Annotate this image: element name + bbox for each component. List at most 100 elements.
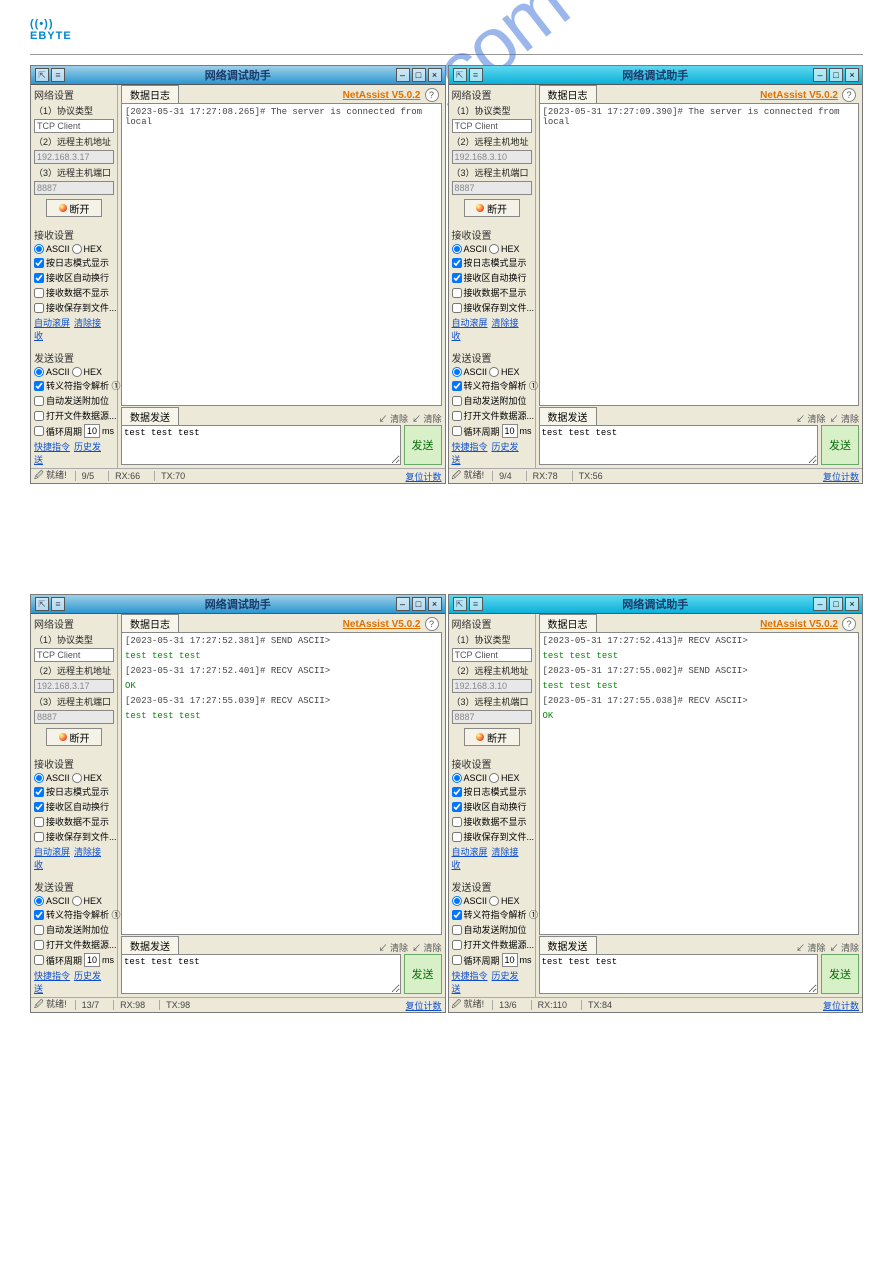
clear-tool-2[interactable]: 清除	[829, 941, 859, 954]
send-opt4[interactable]	[34, 426, 44, 436]
send-hex-radio[interactable]	[72, 367, 82, 377]
recv-opt4[interactable]	[34, 832, 44, 842]
maximize-icon[interactable]: □	[412, 68, 426, 82]
reset-link[interactable]: 复位计数	[823, 999, 859, 1012]
disconnect-button[interactable]: 断开	[464, 199, 520, 217]
clear-tool-1[interactable]: 清除	[796, 941, 826, 954]
send-opt1[interactable]	[34, 381, 44, 391]
send-button[interactable]: 发送	[821, 425, 859, 465]
tab-send[interactable]: 数据发送	[539, 936, 597, 954]
send-opt1[interactable]	[34, 910, 44, 920]
clear-tool-1[interactable]: 清除	[796, 412, 826, 425]
recv-hex-radio[interactable]	[72, 244, 82, 254]
maximize-icon[interactable]: □	[412, 597, 426, 611]
recv-ascii-radio[interactable]	[34, 773, 44, 783]
send-input[interactable]: test test test	[539, 425, 819, 465]
protocol-select[interactable]	[34, 119, 114, 133]
minimize-icon[interactable]: –	[396, 597, 410, 611]
recv-opt4[interactable]	[452, 303, 462, 313]
recv-ascii-radio[interactable]	[452, 244, 462, 254]
send-ascii-radio[interactable]	[34, 367, 44, 377]
recv-ascii-radio[interactable]	[34, 244, 44, 254]
send-opt3[interactable]	[34, 940, 44, 950]
tab-send[interactable]: 数据发送	[539, 407, 597, 425]
clear-tool-2[interactable]: 清除	[829, 412, 859, 425]
send-opt3[interactable]	[452, 940, 462, 950]
host-input[interactable]	[452, 679, 532, 693]
send-opt3[interactable]	[452, 411, 462, 421]
menu-icon[interactable]: ≡	[51, 597, 65, 611]
recv-opt2[interactable]	[452, 273, 462, 283]
close-icon[interactable]: ×	[845, 597, 859, 611]
tab-log[interactable]: 数据日志	[539, 85, 597, 103]
help-icon[interactable]: ?	[425, 88, 439, 102]
send-button[interactable]: 发送	[821, 954, 859, 994]
recv-opt3[interactable]	[452, 288, 462, 298]
menu-icon[interactable]: ≡	[469, 68, 483, 82]
send-hex-radio[interactable]	[72, 896, 82, 906]
recv-opt3[interactable]	[34, 817, 44, 827]
close-icon[interactable]: ×	[428, 68, 442, 82]
send-ascii-radio[interactable]	[452, 896, 462, 906]
recv-hex-radio[interactable]	[72, 773, 82, 783]
maximize-icon[interactable]: □	[829, 68, 843, 82]
send-opt4[interactable]	[452, 955, 462, 965]
send-ascii-radio[interactable]	[452, 367, 462, 377]
clear-tool-2[interactable]: 清除	[412, 941, 442, 954]
clear-tool-1[interactable]: 清除	[378, 412, 408, 425]
auto-scroll-link[interactable]: 自动滚屏	[34, 318, 70, 328]
help-icon[interactable]: ?	[842, 88, 856, 102]
recv-opt2[interactable]	[34, 273, 44, 283]
send-button[interactable]: 发送	[404, 954, 442, 994]
recv-opt1[interactable]	[34, 258, 44, 268]
disconnect-button[interactable]: 断开	[46, 728, 102, 746]
send-opt3[interactable]	[34, 411, 44, 421]
port-input[interactable]	[34, 710, 114, 724]
recv-opt4[interactable]	[452, 832, 462, 842]
pin-icon[interactable]: ⇱	[35, 68, 49, 82]
tab-send[interactable]: 数据发送	[121, 407, 179, 425]
shortcut-link[interactable]: 快捷指令	[34, 442, 70, 452]
minimize-icon[interactable]: –	[813, 68, 827, 82]
tab-log[interactable]: 数据日志	[121, 85, 179, 103]
recv-opt2[interactable]	[452, 802, 462, 812]
help-icon[interactable]: ?	[842, 617, 856, 631]
auto-scroll-link[interactable]: 自动滚屏	[452, 847, 488, 857]
protocol-select[interactable]	[452, 119, 532, 133]
reset-link[interactable]: 复位计数	[405, 999, 441, 1012]
recv-opt1[interactable]	[34, 787, 44, 797]
send-input[interactable]: test test test	[539, 954, 819, 994]
shortcut-link[interactable]: 快捷指令	[452, 971, 488, 981]
protocol-select[interactable]	[34, 648, 114, 662]
recv-opt1[interactable]	[452, 258, 462, 268]
pin-icon[interactable]: ⇱	[453, 68, 467, 82]
menu-icon[interactable]: ≡	[51, 68, 65, 82]
send-opt1[interactable]	[452, 910, 462, 920]
shortcut-link[interactable]: 快捷指令	[34, 971, 70, 981]
shortcut-link[interactable]: 快捷指令	[452, 442, 488, 452]
pin-icon[interactable]: ⇱	[35, 597, 49, 611]
send-ascii-radio[interactable]	[34, 896, 44, 906]
tab-log[interactable]: 数据日志	[539, 614, 597, 632]
version-link[interactable]: NetAssist V5.0.2	[760, 90, 838, 101]
maximize-icon[interactable]: □	[829, 597, 843, 611]
port-input[interactable]	[34, 181, 114, 195]
tab-log[interactable]: 数据日志	[121, 614, 179, 632]
send-opt4[interactable]	[34, 955, 44, 965]
send-opt4[interactable]	[452, 426, 462, 436]
pin-icon[interactable]: ⇱	[453, 597, 467, 611]
port-input[interactable]	[452, 710, 532, 724]
period-input[interactable]	[84, 953, 100, 967]
clear-tool-2[interactable]: 清除	[412, 412, 442, 425]
auto-scroll-link[interactable]: 自动滚屏	[34, 847, 70, 857]
host-input[interactable]	[34, 150, 114, 164]
protocol-select[interactable]	[452, 648, 532, 662]
send-opt2[interactable]	[34, 925, 44, 935]
recv-hex-radio[interactable]	[489, 244, 499, 254]
recv-ascii-radio[interactable]	[452, 773, 462, 783]
titlebar[interactable]: ⇱ ≡ 网络调试助手 – □ ×	[31, 66, 445, 85]
minimize-icon[interactable]: –	[396, 68, 410, 82]
period-input[interactable]	[502, 424, 518, 438]
recv-opt2[interactable]	[34, 802, 44, 812]
send-opt2[interactable]	[452, 396, 462, 406]
